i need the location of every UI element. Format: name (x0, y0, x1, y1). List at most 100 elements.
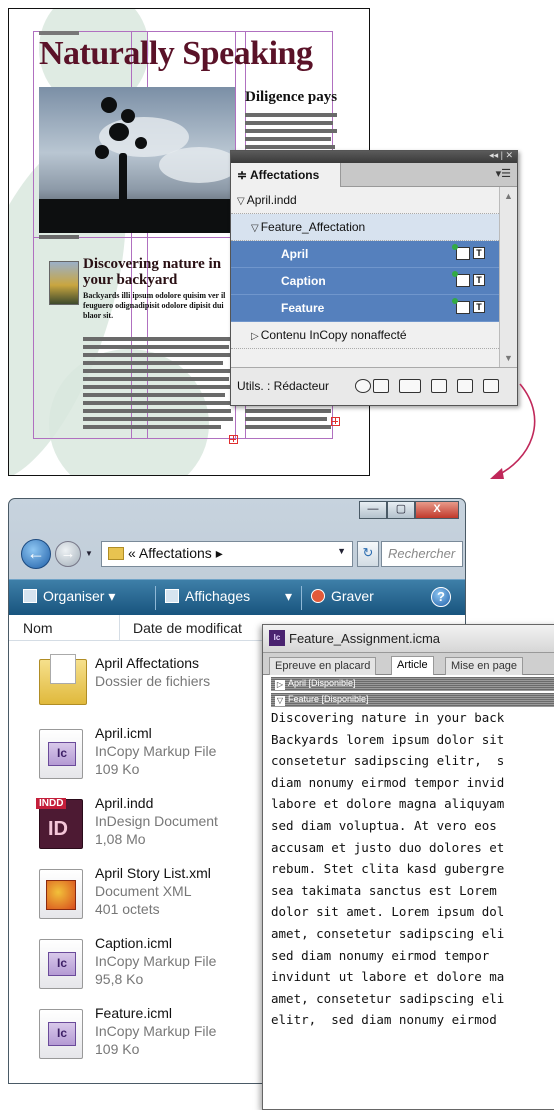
collapse-triangle-icon[interactable]: ▷ (251, 331, 259, 342)
overset-text-icon[interactable] (229, 435, 238, 444)
folder-icon (39, 654, 87, 705)
indesign-file-icon: INDD ID (36, 798, 83, 849)
file-type: InCopy Markup File (95, 743, 217, 759)
text-content-icon: T (473, 274, 485, 286)
organize-icon (23, 589, 37, 603)
panel-scrollbar[interactable]: ▲ ▼ (499, 187, 517, 367)
nature-photo (39, 87, 235, 233)
tree-item-label: Caption (281, 274, 326, 288)
incopy-assignment-window: Ic Feature_Assignment.icma Epreuve en pl… (262, 624, 554, 1110)
edit-status-icon (452, 244, 470, 260)
tree-item-story-caption[interactable]: Caption T (231, 268, 499, 295)
file-name: Feature.icml (95, 1005, 173, 1021)
views-dropdown-icon[interactable]: ▾ (285, 588, 292, 605)
views-label: Affichages (185, 588, 251, 604)
story-text-line: consetetur sadipscing elitr, s (271, 753, 505, 769)
text-placeholder-line (83, 345, 229, 349)
expand-triangle-icon[interactable]: ▽ (251, 223, 259, 234)
story-text-line: diam nonumy eirmod tempor invid (271, 774, 505, 790)
update-content-icon[interactable] (355, 379, 371, 393)
story-text-editor[interactable]: Discovering nature in your back Backyards… (271, 707, 554, 1031)
column-divider[interactable] (119, 615, 120, 641)
history-dropdown-icon[interactable]: ▼ (85, 549, 93, 558)
tree-item-story-april[interactable]: April T (231, 241, 499, 268)
search-input[interactable]: Rechercher (381, 541, 463, 567)
command-toolbar: Organiser ▾ Affichages ▾ Graver ? (9, 579, 465, 615)
text-content-icon: T (473, 247, 485, 259)
story-label: April [Disponible] (288, 678, 356, 688)
panel-menu-icon[interactable]: ▾☰ (496, 167, 511, 180)
new-document-icon[interactable] (457, 379, 473, 393)
column-name[interactable]: Nom (23, 620, 53, 636)
tab-layout[interactable]: Mise en page (445, 657, 524, 675)
new-assignment-icon[interactable] (431, 379, 447, 393)
person-thumbnail (49, 261, 79, 305)
text-placeholder-line (83, 401, 233, 405)
minimize-button[interactable]: — (359, 501, 387, 519)
scroll-down-icon[interactable]: ▼ (504, 353, 513, 363)
tree-item-unassigned[interactable]: ▷ Contenu InCopy nonaffecté (231, 322, 499, 349)
layout-title: Naturally Speaking (39, 35, 313, 72)
text-placeholder-line (245, 417, 327, 421)
icma-titlebar[interactable]: Ic Feature_Assignment.icma (263, 625, 554, 653)
file-type: Document XML (95, 883, 192, 899)
views-button[interactable]: Affichages (165, 588, 250, 604)
organize-label: Organiser ▾ (43, 588, 116, 604)
story-label: Feature [Disponible] (288, 694, 369, 704)
panel-titlebar[interactable]: ◂◂ | ✕ (231, 150, 517, 163)
tab-affectations[interactable]: ≑ Affectations (231, 163, 341, 187)
edit-in-place-icon[interactable] (373, 379, 389, 393)
view-tabs: Epreuve en placard Article Mise en page (263, 653, 554, 675)
tree-item-assignment[interactable]: ▽ Feature_Affectation (231, 214, 499, 241)
scroll-up-icon[interactable]: ▲ (504, 191, 513, 201)
address-dropdown-icon[interactable]: ▼ (337, 546, 346, 556)
incopy-file-icon (39, 939, 83, 989)
burn-button[interactable]: Graver (311, 588, 374, 604)
window-buttons: — ▢ X (359, 501, 459, 519)
tab-article[interactable]: Article (391, 656, 434, 675)
story-text-line: rebum. Stet clita kasd gubergre (271, 861, 505, 877)
file-size: 109 Ko (95, 761, 140, 777)
maximize-button[interactable]: ▢ (387, 501, 415, 519)
text-placeholder-line (245, 425, 331, 429)
toolbar-divider (155, 586, 156, 610)
tree-item-document[interactable]: ▽ April.indd (231, 187, 499, 214)
tree-item-story-feature[interactable]: Feature T (231, 295, 499, 322)
file-name: Caption.icml (95, 935, 173, 951)
back-button[interactable]: ← (21, 539, 51, 569)
file-item[interactable]: April Story List.xml Document XML 401 oc… (9, 865, 269, 935)
overset-text-icon[interactable] (331, 417, 340, 426)
panel-collapse-close[interactable]: ◂◂ | ✕ (489, 150, 513, 161)
help-button[interactable]: ? (431, 587, 451, 607)
tree-item-label: Feature_Affectation (260, 220, 366, 234)
file-item[interactable]: April.icml InCopy Markup File 109 Ko (9, 725, 269, 795)
file-item[interactable]: INDD ID April.indd InDesign Document 1,08… (9, 795, 269, 865)
forward-button[interactable]: → (55, 541, 81, 567)
organize-button[interactable]: Organiser ▾ (23, 588, 115, 605)
expand-triangle-icon[interactable]: ▽ (237, 196, 245, 207)
story-text-line: accusam et justo duo dolores et (271, 839, 505, 855)
file-item[interactable]: Feature.icml InCopy Markup File 109 Ko (9, 1005, 269, 1075)
column-date[interactable]: Date de modificat (133, 620, 242, 636)
current-user-label: Utils. : Rédacteur (237, 379, 330, 393)
tab-galley[interactable]: Epreuve en placard (269, 657, 377, 675)
story-bar-feature[interactable]: ▽ Feature [Disponible] (271, 693, 554, 707)
address-bar[interactable]: « Affectations ▸ ▼ (101, 541, 353, 567)
story-text-line: sea takimata sanctus est Lorem (271, 882, 505, 898)
text-placeholder-line (245, 129, 337, 133)
flow-arrow-icon (490, 383, 536, 479)
file-type: InCopy Markup File (95, 1023, 217, 1039)
collapse-story-icon[interactable]: ▽ (275, 696, 285, 706)
text-placeholder-line (83, 353, 233, 357)
file-item[interactable]: Caption.icml InCopy Markup File 95,8 Ko (9, 935, 269, 1005)
close-button[interactable]: X (415, 501, 459, 519)
checkout-icon[interactable] (399, 379, 421, 393)
file-item[interactable]: April Affectations Dossier de fichiers (9, 654, 269, 725)
tree-item-label: Feature (281, 301, 325, 315)
refresh-button[interactable]: ↻ (357, 541, 379, 567)
expand-story-icon[interactable]: ▷ (275, 680, 285, 690)
story-text-line: amet, consetetur sadipscing eli (271, 925, 505, 941)
story-bar-april[interactable]: ▷ April [Disponible] (271, 677, 554, 691)
file-type: InDesign Document (95, 813, 218, 829)
panel-tab-row: ≑ Affectations ▾☰ (231, 163, 517, 187)
